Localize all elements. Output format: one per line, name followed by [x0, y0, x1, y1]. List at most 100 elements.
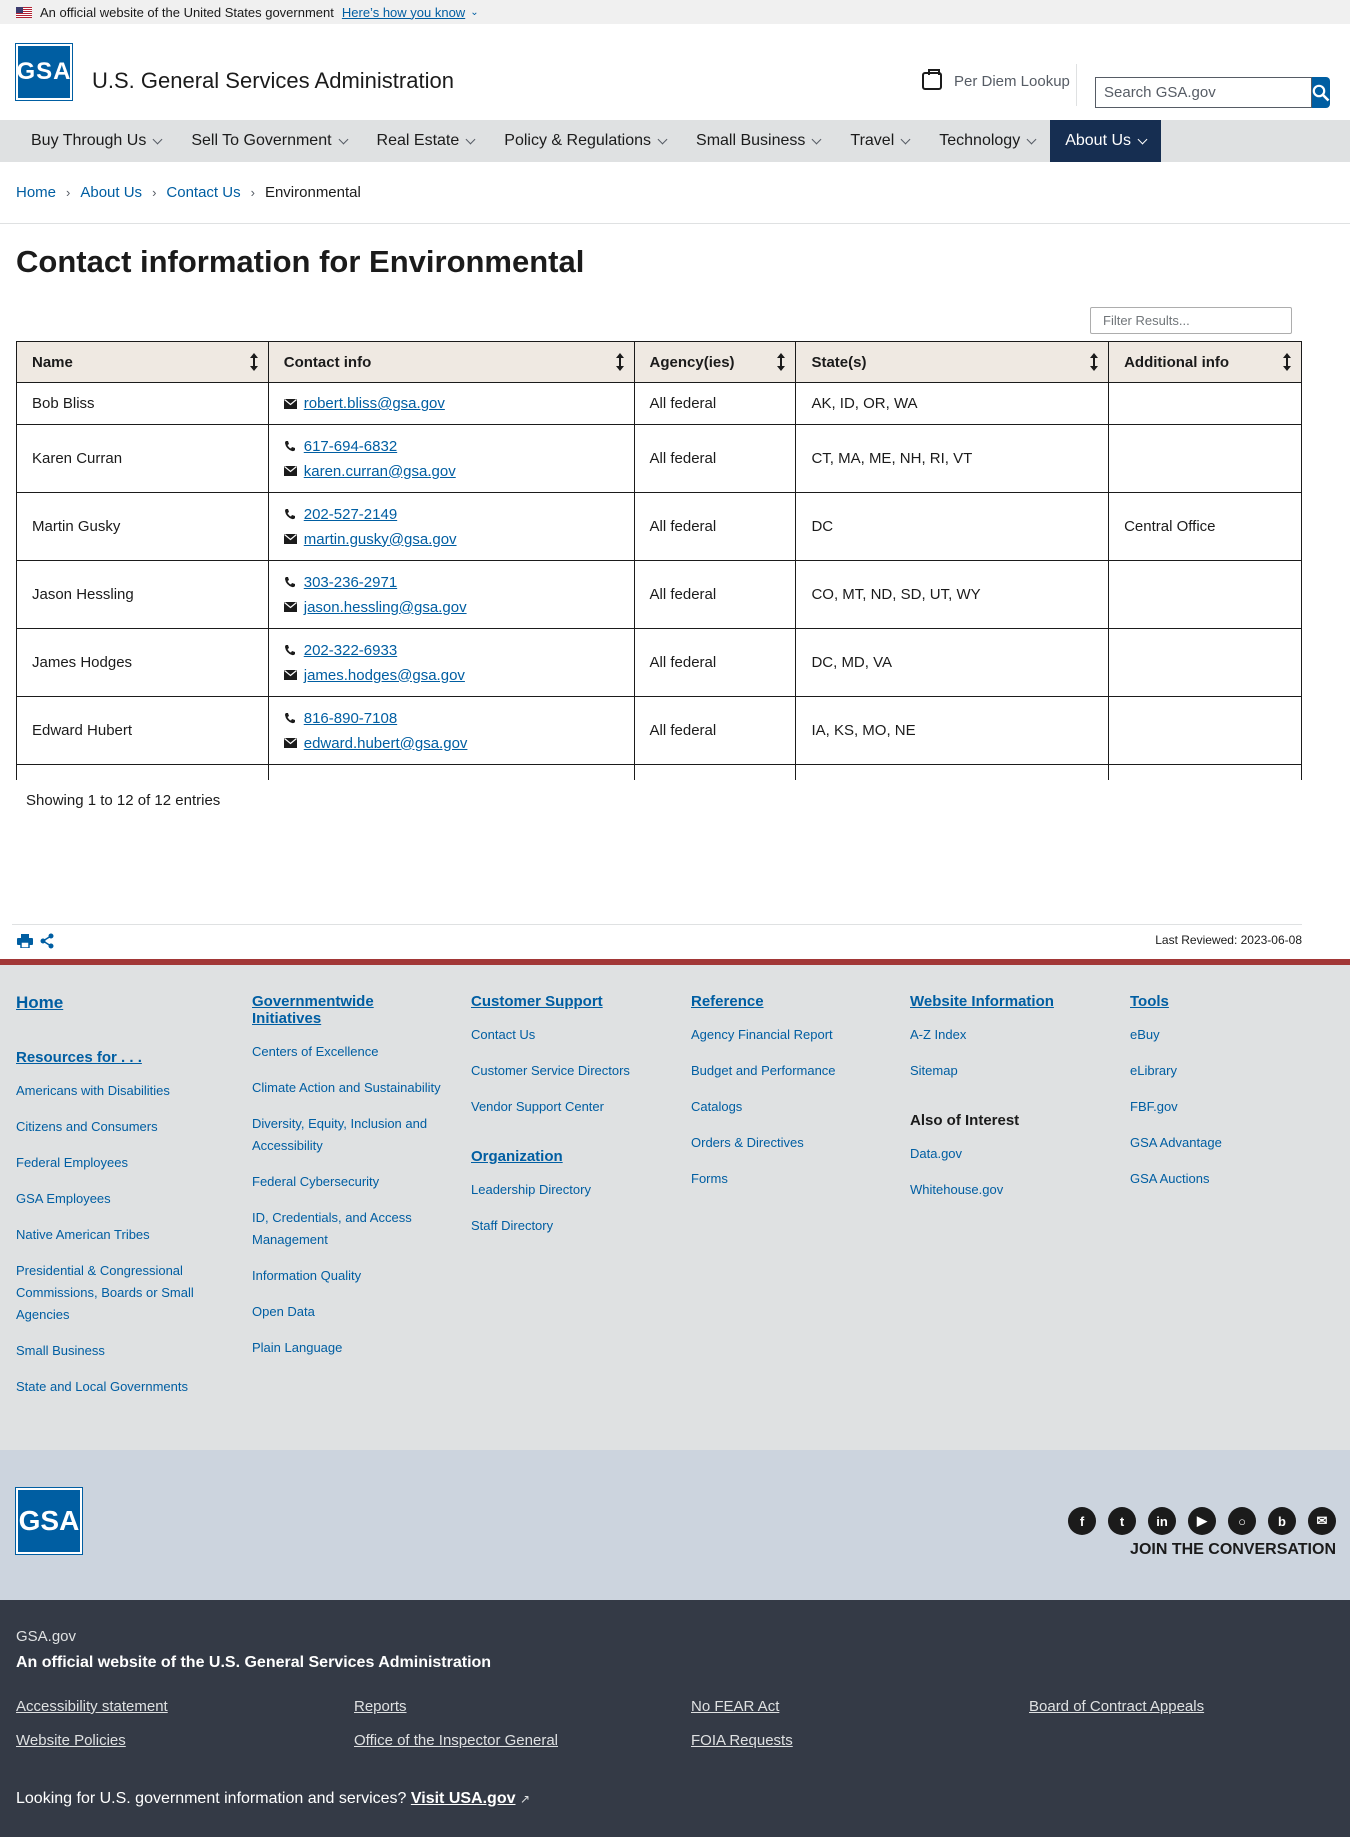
header-label: Agency(ies)	[649, 353, 735, 371]
phone-link[interactable]: 617-694-6832	[304, 434, 397, 459]
twitter-icon[interactable]: t	[1108, 1507, 1136, 1535]
phone-link[interactable]: 303-236-2971	[304, 570, 397, 595]
site-title[interactable]: U.S. General Services Administration	[92, 68, 454, 94]
blog-icon[interactable]: b	[1268, 1507, 1296, 1535]
contacts-table-container[interactable]: Name Contact info Agency(ies) State(s) A…	[16, 341, 1302, 780]
footer-webinfo-head[interactable]: Website Information	[910, 993, 1110, 1010]
footer-link[interactable]: Orders & Directives	[691, 1132, 891, 1154]
footer-reference-head[interactable]: Reference	[691, 993, 891, 1010]
footer-link[interactable]: Presidential & Congressional Commissions…	[16, 1260, 206, 1326]
column-header-contact[interactable]: Contact info	[267, 341, 635, 383]
print-icon[interactable]	[17, 934, 33, 948]
footer-link-board-appeals[interactable]: Board of Contract Appeals	[1029, 1698, 1204, 1715]
footer-link[interactable]: GSA Employees	[16, 1188, 206, 1210]
footer-link[interactable]: Centers of Excellence	[252, 1041, 442, 1063]
phone-link[interactable]: 202-322-6933	[304, 638, 397, 663]
nav-small-business[interactable]: Small Business	[681, 120, 835, 162]
footer-link[interactable]: FBF.gov	[1130, 1096, 1330, 1118]
nav-sell-to-government[interactable]: Sell To Government	[176, 120, 361, 162]
how-you-know-link[interactable]: Here’s how you know	[342, 5, 465, 20]
footer-link[interactable]: Native American Tribes	[16, 1224, 206, 1246]
footer-link[interactable]: Americans with Disabilities	[16, 1080, 206, 1102]
footer-link[interactable]: Data.gov	[910, 1143, 1110, 1165]
nav-about-us[interactable]: About Us	[1050, 120, 1162, 162]
nav-buy-through-us[interactable]: Buy Through Us	[16, 120, 176, 162]
chevron-down-icon	[900, 134, 911, 144]
footer-link[interactable]: Contact Us	[471, 1024, 671, 1046]
breadcrumb-home[interactable]: Home	[16, 184, 56, 201]
email-link[interactable]: james.hodges@gsa.gov	[304, 663, 465, 688]
column-header-states[interactable]: State(s)	[795, 341, 1110, 383]
footer-link[interactable]: Open Data	[252, 1301, 442, 1323]
footer-tools-head[interactable]: Tools	[1130, 993, 1330, 1010]
per-diem-link[interactable]: Per Diem Lookup	[922, 69, 1070, 90]
column-header-name[interactable]: Name	[16, 341, 269, 383]
share-icon[interactable]	[40, 933, 54, 949]
breadcrumb-contact-us[interactable]: Contact Us	[166, 184, 240, 201]
email-link[interactable]: robert.bliss@gsa.gov	[304, 391, 445, 416]
linkedin-icon[interactable]: in	[1148, 1507, 1176, 1535]
nav-travel[interactable]: Travel	[835, 120, 924, 162]
gsa-footer-logo[interactable]: GSA	[15, 1487, 83, 1555]
footer-link[interactable]: A-Z Index	[910, 1024, 1110, 1046]
footer-home-link[interactable]: Home	[16, 993, 206, 1013]
column-header-agency[interactable]: Agency(ies)	[633, 341, 797, 383]
footer-initiatives-head[interactable]: Governmentwide Initiatives	[252, 993, 442, 1027]
email-icon[interactable]: ✉	[1308, 1507, 1336, 1535]
footer-link[interactable]: Vendor Support Center	[471, 1096, 671, 1118]
search-button[interactable]	[1312, 77, 1330, 108]
chevron-down-icon[interactable]: ⌄	[470, 7, 478, 18]
cell-info	[1108, 628, 1302, 697]
footer-support-head[interactable]: Customer Support	[471, 993, 671, 1010]
footer-link[interactable]: Agency Financial Report	[691, 1024, 891, 1046]
footer-link-foia[interactable]: FOIA Requests	[691, 1732, 793, 1749]
filter-input[interactable]	[1090, 307, 1292, 334]
search-input[interactable]	[1095, 77, 1312, 108]
footer-link[interactable]: eBuy	[1130, 1024, 1330, 1046]
footer-link-reports[interactable]: Reports	[354, 1698, 407, 1715]
footer-org-head[interactable]: Organization	[471, 1148, 671, 1165]
footer-link[interactable]: Citizens and Consumers	[16, 1116, 206, 1138]
footer-link[interactable]: Staff Directory	[471, 1215, 671, 1237]
email-link[interactable]: karen.curran@gsa.gov	[304, 459, 456, 484]
footer-link[interactable]: Federal Cybersecurity	[252, 1171, 442, 1193]
footer-link[interactable]: Small Business	[16, 1340, 206, 1362]
footer-link[interactable]: eLibrary	[1130, 1060, 1330, 1082]
footer-link[interactable]: GSA Advantage	[1130, 1132, 1330, 1154]
footer-link[interactable]: Budget and Performance	[691, 1060, 891, 1082]
footer-link-website-policies[interactable]: Website Policies	[16, 1732, 126, 1749]
footer-link-accessibility[interactable]: Accessibility statement	[16, 1698, 168, 1715]
footer-link[interactable]: Forms	[691, 1168, 891, 1190]
footer-link[interactable]: Whitehouse.gov	[910, 1179, 1110, 1201]
phone-link[interactable]: 202-527-2149	[304, 502, 397, 527]
gsa-logo[interactable]: GSA	[15, 43, 73, 101]
column-header-additional[interactable]: Additional info	[1108, 341, 1302, 383]
footer-link[interactable]: Information Quality	[252, 1265, 442, 1287]
email-link[interactable]: jason.hessling@gsa.gov	[304, 595, 467, 620]
email-link[interactable]: edward.hubert@gsa.gov	[304, 731, 468, 756]
footer-link-inspector-general[interactable]: Office of the Inspector General	[354, 1732, 558, 1749]
facebook-icon[interactable]: f	[1068, 1507, 1096, 1535]
footer-link[interactable]: Climate Action and Sustainability	[252, 1077, 442, 1099]
footer-link[interactable]: ID, Credentials, and Access Management	[252, 1207, 442, 1251]
footer-link-no-fear[interactable]: No FEAR Act	[691, 1698, 779, 1715]
nav-policy-regulations[interactable]: Policy & Regulations	[489, 120, 681, 162]
footer-link[interactable]: Federal Employees	[16, 1152, 206, 1174]
footer-link[interactable]: Diversity, Equity, Inclusion and Accessi…	[252, 1113, 442, 1157]
nav-real-estate[interactable]: Real Estate	[362, 120, 490, 162]
footer-link[interactable]: Leadership Directory	[471, 1179, 671, 1201]
instagram-icon[interactable]: ○	[1228, 1507, 1256, 1535]
footer-link[interactable]: Plain Language	[252, 1337, 442, 1359]
footer-link[interactable]: Catalogs	[691, 1096, 891, 1118]
youtube-icon[interactable]: ▶	[1188, 1507, 1216, 1535]
usa-gov-link[interactable]: Visit USA.gov	[411, 1790, 516, 1807]
footer-link[interactable]: Customer Service Directors	[471, 1060, 671, 1082]
footer-link[interactable]: State and Local Governments	[16, 1376, 206, 1398]
footer-link[interactable]: Sitemap	[910, 1060, 1110, 1082]
email-link[interactable]: martin.gusky@gsa.gov	[304, 527, 457, 552]
phone-link[interactable]: 816-890-7108	[304, 706, 397, 731]
breadcrumb-about-us[interactable]: About Us	[80, 184, 142, 201]
footer-resources-head[interactable]: Resources for . . .	[16, 1049, 206, 1066]
footer-link[interactable]: GSA Auctions	[1130, 1168, 1330, 1190]
nav-technology[interactable]: Technology	[924, 120, 1050, 162]
